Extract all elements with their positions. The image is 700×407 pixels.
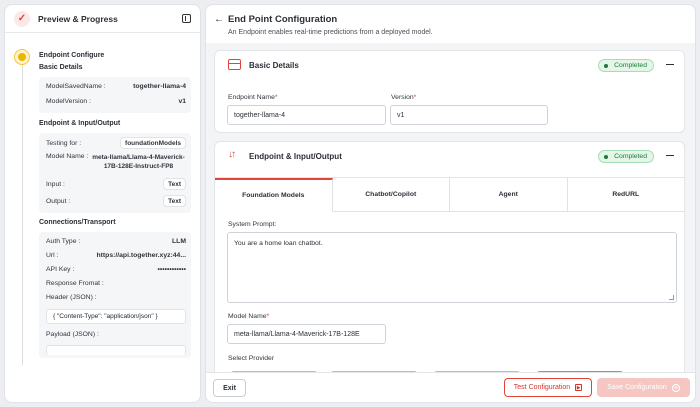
row-key: API Key : [46,266,75,273]
summary-row: Testing for : foundationModels [46,137,186,149]
model-type-tabs: Foundation Models Chatbot/Copilot Agent … [215,177,684,212]
output-value: Text [163,195,186,207]
row-key: Payload (JSON) : [46,331,99,338]
summary-row: Header (JSON) : [46,294,186,301]
row-key: Model Name : [46,153,89,160]
tab-agent[interactable]: Agent [450,178,568,212]
step-connector [21,65,23,365]
basic-details-header[interactable]: Basic Details Completed [215,51,684,79]
resize-handle[interactable] [669,295,674,300]
row-value: https://api.together.xyz:44... [96,252,186,259]
api-key-masked: •••••••••••• [157,266,186,273]
version-input[interactable]: v1 [390,105,548,125]
preview-title: Preview & Progress [38,13,118,24]
page-title: End Point Configuration [228,14,338,25]
summary-row: Output : Text [46,195,186,207]
endpoint-configuration-panel: ← End Point Configuration An Endpoint en… [205,4,696,403]
test-button-label: Test Configuration [513,384,571,391]
tab-foundation-models[interactable]: Foundation Models [215,178,333,212]
summary-row: Url : https://api.together.xyz:44... [46,252,186,259]
row-key: Header (JSON) : [46,294,97,301]
summary-row: Input : Text [46,178,186,190]
arrow-right-icon: ➜ [671,383,680,392]
summary-row: Payload (JSON) : [46,331,186,338]
system-prompt-text: You are a home loan chatbot. [234,240,323,247]
tab-redurl[interactable]: RedURL [567,178,684,212]
endpoint-io-heading: Endpoint & Input/Output [39,120,121,127]
basic-details-card: ModelSavedName : together-llama-4 ModelV… [39,77,191,113]
row-value: LLM [172,238,186,245]
select-provider-label: Select Provider [228,355,275,362]
connections-heading: Connections/Transport [39,219,116,226]
swap-arrows-icon: ↓↑ [228,149,236,160]
version-label: Version* [391,94,417,101]
summary-row: ModelVersion : v1 [46,98,186,105]
summary-row: API Key : •••••••••••• [46,266,186,273]
summary-row: ModelSavedName : together-llama-4 [46,83,186,90]
model-name-value: meta-llama/Llama-4-Maverick-17B-128E-Ins… [92,154,185,170]
row-key: Url : [46,252,59,259]
input-value: Text [163,178,186,190]
connections-card: Auth Type : LLM Url : https://api.togeth… [39,232,191,358]
back-arrow-icon[interactable]: ← [214,14,224,25]
row-key: ModelSavedName : [46,83,106,90]
row-key: ModelVersion : [46,98,91,105]
form-scroll-area[interactable]: Basic Details Completed Endpoint Name* t… [206,43,695,374]
endpoint-name-input[interactable]: together-llama-4 [227,105,386,125]
basic-details-section: Basic Details Completed Endpoint Name* t… [214,50,685,133]
test-configuration-button[interactable]: Test Configuration ▶ [504,378,592,397]
endpoint-io-card: Testing for : foundationModels Model Nam… [39,133,191,213]
active-step-icon [14,49,30,65]
row-key: Response Fromat : [46,280,104,287]
header-json-box: { "Content-Type": "application/json" } [46,309,186,324]
row-key: Input : [46,180,65,188]
endpoint-name-label: Endpoint Name* [228,94,278,101]
endpoint-io-section: ↓↑ Endpoint & Input/Output Completed Fou… [214,141,685,374]
status-badge: Completed [598,150,654,163]
section-title: Basic Details [249,61,299,70]
card-icon [228,59,241,70]
row-key: Auth Type : [46,238,81,245]
action-footer: Exit Test Configuration ▶ Save Configura… [206,372,695,402]
tab-chatbot-copilot[interactable]: Chatbot/Copilot [332,178,450,212]
row-value: v1 [178,98,186,105]
row-value: together-llama-4 [133,83,186,90]
summary-row: Auth Type : LLM [46,238,186,245]
step-title: Endpoint Configure [39,52,105,59]
page-subtitle: An Endpoint enables real-time prediction… [228,29,433,36]
system-prompt-label: System Prompt: [228,221,277,228]
payload-json-box [46,345,186,355]
save-configuration-button[interactable]: Save Configuration ➜ [597,378,690,397]
preview-header: ✓ Preview & Progress [5,5,200,33]
basic-details-heading: Basic Details [39,64,83,71]
collapse-panel-icon[interactable] [182,14,191,23]
model-name-input[interactable]: meta-llama/Llama-4-Maverick-17B-128E [227,324,386,344]
summary-row: Model Name : meta-llama/Llama-4-Maverick… [46,153,186,171]
preview-progress-panel: ✓ Preview & Progress Endpoint Configure … [4,4,201,403]
endpoint-io-header[interactable]: ↓↑ Endpoint & Input/Output Completed [215,142,684,170]
exit-button[interactable]: Exit [213,379,246,397]
section-title: Endpoint & Input/Output [249,152,342,161]
collapse-icon[interactable] [666,155,674,156]
row-key: Testing for : [46,139,82,147]
system-prompt-textarea[interactable]: You are a home loan chatbot. [227,232,677,303]
status-badge: Completed [598,59,654,72]
collapse-icon[interactable] [666,64,674,65]
play-icon: ▶ [575,384,583,391]
row-key: Output : [46,197,71,205]
save-button-label: Save Configuration [607,384,667,391]
summary-row: Response Fromat : [46,280,186,287]
model-name-label: Model Name* [228,313,270,320]
testing-for-value: foundationModels [120,137,186,149]
check-icon: ✓ [14,10,30,27]
